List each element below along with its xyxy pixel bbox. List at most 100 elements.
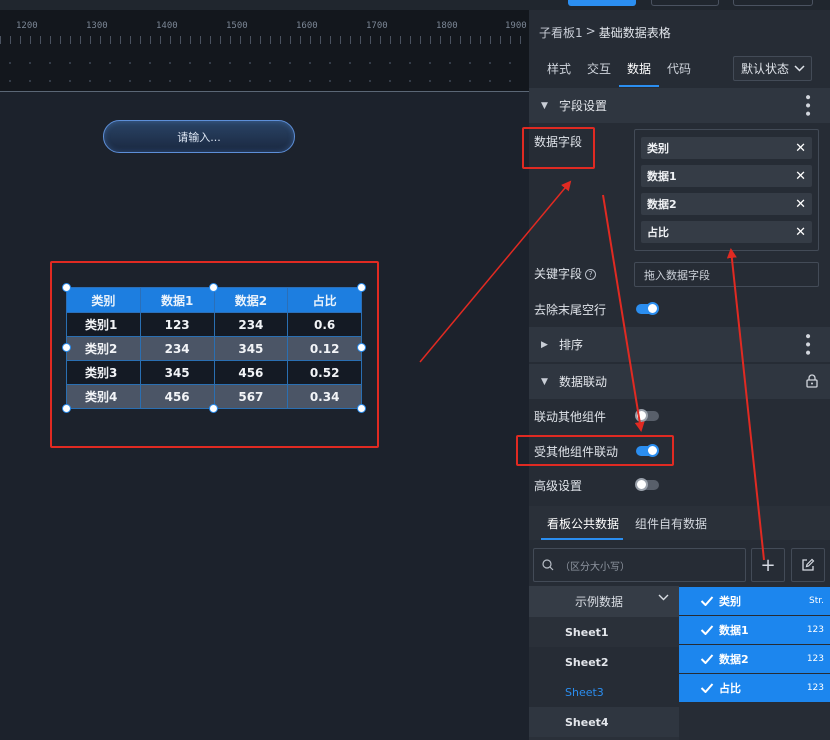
tab-data[interactable]: 数据 (627, 60, 651, 77)
caret-right-icon: ▶ (541, 339, 548, 350)
section-sort[interactable]: ▶ 排序 ••• (529, 327, 830, 362)
section-field-settings[interactable]: ▼ 字段设置 ••• (529, 88, 830, 123)
key-field-label-text: 关键字段 (534, 267, 583, 281)
close-icon[interactable]: ✕ (795, 141, 806, 156)
source-field-name: 数据2 (719, 653, 749, 666)
tab-board-public-data[interactable]: 看板公共数据 (547, 515, 619, 532)
table-cell: 类别2 (66, 336, 141, 361)
help-icon[interactable]: ? (585, 269, 597, 280)
source-field[interactable]: 占比 123 (679, 674, 830, 702)
source-field-name: 类别 (719, 595, 741, 608)
trim-empty-rows-toggle[interactable] (636, 302, 659, 315)
section-title: 排序 (559, 338, 584, 352)
add-data-button[interactable]: + (751, 548, 785, 582)
ruler-tick: 1400 (156, 21, 178, 31)
design-canvas[interactable]: 1200 1300 1400 1500 1600 1700 1800 1900 … (0, 0, 529, 740)
toolbar-primary-button[interactable] (568, 0, 636, 6)
table-cell: 567 (213, 384, 289, 409)
ruler-tick: 1200 (16, 21, 38, 31)
sheet-item[interactable]: Sheet2 (529, 647, 679, 677)
resize-handle-bottom-left[interactable] (62, 404, 71, 413)
close-icon[interactable]: ✕ (795, 225, 806, 240)
field-chip-label: 数据2 (647, 198, 677, 211)
tab-interaction[interactable]: 交互 (587, 60, 611, 77)
source-field[interactable]: 数据1 123 (679, 616, 830, 644)
close-icon[interactable]: ✕ (795, 197, 806, 212)
lock-icon[interactable] (806, 374, 818, 388)
linked-by-others-highlight (516, 435, 674, 466)
resize-handle-left[interactable] (62, 343, 71, 352)
breadcrumb: 子看板1 > 基础数据表格 (539, 24, 671, 41)
active-tab-indicator (541, 538, 623, 540)
key-field-placeholder: 拖入数据字段 (644, 268, 710, 282)
link-others-label: 联动其他组件 (534, 410, 607, 424)
breadcrumb-parent[interactable]: 子看板1 (539, 24, 583, 41)
toggle-knob (646, 302, 659, 315)
table-cell: 456 (213, 360, 289, 385)
data-source-name: 示例数据 (575, 595, 624, 609)
table-header-cell: 数据2 (213, 287, 289, 313)
chevron-down-icon (794, 65, 805, 72)
link-others-toggle[interactable] (635, 409, 659, 422)
resize-handle-top-left[interactable] (62, 283, 71, 292)
check-icon (700, 683, 714, 693)
data-source-header[interactable]: 示例数据 (529, 586, 679, 617)
resize-handle-top[interactable] (209, 283, 218, 292)
sheet-item[interactable]: Sheet4 (529, 707, 679, 737)
data-source-tabs: 看板公共数据 组件自有数据 (529, 506, 830, 540)
field-type: Str. (809, 596, 824, 606)
source-field[interactable]: 数据2 123 (679, 645, 830, 673)
field-chip[interactable]: 占比 ✕ (641, 221, 812, 243)
more-vertical-icon[interactable]: ••• (799, 93, 815, 118)
data-fields-dropzone[interactable]: 类别 ✕ 数据1 ✕ 数据2 ✕ 占比 ✕ (634, 129, 819, 251)
tab-style[interactable]: 样式 (547, 60, 571, 77)
search-widget-placeholder: 请输入... (177, 130, 221, 144)
ruler-tick: 1500 (226, 21, 248, 31)
horizontal-ruler: 1200 1300 1400 1500 1600 1700 1800 1900 (0, 10, 529, 92)
edit-icon (802, 558, 815, 571)
caret-down-icon: ▼ (541, 100, 548, 111)
field-chip[interactable]: 数据2 ✕ (641, 193, 812, 215)
resize-handle-bottom-right[interactable] (357, 404, 366, 413)
tab-component-own-data[interactable]: 组件自有数据 (635, 515, 707, 532)
source-field-name: 数据1 (719, 624, 749, 637)
ruler-tick: 1700 (366, 21, 388, 31)
source-field[interactable]: 类别 Str. (679, 587, 830, 615)
field-type: 123 (806, 683, 824, 693)
more-vertical-icon[interactable]: ••• (799, 332, 815, 357)
resize-handle-bottom[interactable] (209, 404, 218, 413)
toolbar-button[interactable] (733, 0, 813, 6)
table-row: 类别1 123 234 0.6 (66, 312, 362, 337)
table-cell: 345 (139, 360, 215, 385)
advanced-settings-toggle[interactable] (635, 478, 659, 491)
basic-data-table-widget[interactable]: 类别 数据1 数据2 占比 类别1 123 234 0.6 类别2 234 34… (66, 287, 362, 409)
resize-handle-top-right[interactable] (357, 283, 366, 292)
close-icon[interactable]: ✕ (795, 169, 806, 184)
search-input-widget[interactable]: 请输入... (103, 120, 295, 153)
sheet-item-selected[interactable]: Sheet3 (529, 677, 679, 707)
ruler-tick-marks (0, 36, 529, 44)
field-search-input[interactable]: （区分大小写） (533, 548, 746, 582)
field-chip[interactable]: 数据1 ✕ (641, 165, 812, 187)
key-field-dropzone[interactable]: 拖入数据字段 (634, 262, 819, 287)
field-type: 123 (806, 654, 824, 664)
state-select[interactable]: 默认状态 (733, 56, 812, 81)
field-chip-label: 类别 (647, 142, 669, 155)
plus-icon: + (760, 554, 776, 576)
search-icon (542, 559, 554, 571)
table-cell: 234 (139, 336, 215, 361)
section-data-linkage[interactable]: ▼ 数据联动 (529, 364, 830, 399)
sheet-item[interactable]: Sheet1 (529, 617, 679, 647)
table-cell: 0.12 (287, 336, 362, 361)
section-title: 数据联动 (559, 375, 608, 389)
check-icon (700, 625, 714, 635)
source-field-name: 占比 (719, 682, 741, 695)
field-chip-label: 占比 (647, 226, 669, 239)
section-title: 字段设置 (559, 99, 608, 113)
field-chip[interactable]: 类别 ✕ (641, 137, 812, 159)
resize-handle-right[interactable] (357, 343, 366, 352)
edit-data-button[interactable] (791, 548, 825, 582)
tab-code[interactable]: 代码 (667, 60, 691, 77)
table-row: 类别3 345 456 0.52 (66, 360, 362, 385)
toolbar-button[interactable] (651, 0, 719, 6)
